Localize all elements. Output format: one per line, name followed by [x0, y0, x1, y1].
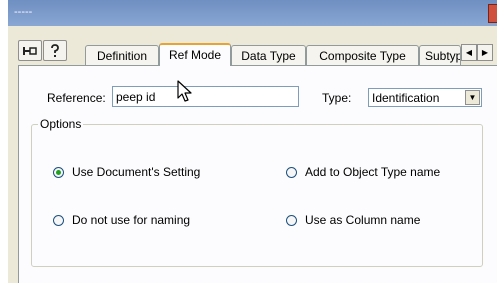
type-label: Type: — [322, 91, 352, 105]
type-select-value: Identification — [372, 91, 440, 105]
type-select[interactable]: Identification ▼ — [368, 88, 482, 107]
title-bar[interactable]: ----- — [8, 0, 497, 26]
tab-definition[interactable]: Definition — [85, 45, 159, 65]
reference-input[interactable] — [112, 86, 299, 107]
radio-do-not-use-for-naming[interactable]: Do not use for naming — [53, 213, 190, 227]
mouse-cursor-icon — [177, 80, 192, 102]
radio-use-as-column-name[interactable]: Use as Column name — [286, 213, 420, 227]
chevron-down-icon[interactable]: ▼ — [465, 90, 480, 105]
tab-composite-type[interactable]: Composite Type — [306, 45, 419, 65]
radio-label: Add to Object Type name — [305, 165, 441, 179]
radio-use-document-setting[interactable]: Use Document's Setting — [53, 165, 200, 179]
pin-icon — [23, 46, 37, 55]
reference-label: Reference: — [47, 91, 106, 105]
radio-label: Do not use for naming — [72, 213, 191, 227]
tab-data-type[interactable]: Data Type — [231, 45, 306, 65]
options-group: Options Use Document's Setting Add to Ob… — [31, 117, 483, 267]
radio-indicator[interactable] — [53, 166, 64, 178]
radio-label: Use as Column name — [305, 213, 421, 227]
radio-indicator[interactable] — [286, 166, 297, 178]
close-button[interactable] — [488, 4, 497, 23]
tab-subtype[interactable]: Subtyp — [419, 45, 461, 65]
scroll-right-icon: ▶ — [481, 48, 489, 57]
tab-scroll-left[interactable]: ◀ — [461, 44, 477, 61]
scroll-left-icon: ◀ — [465, 48, 473, 57]
radio-add-to-object-type-name[interactable]: Add to Object Type name — [286, 165, 440, 179]
window-title: ----- — [14, 6, 33, 18]
radio-indicator[interactable] — [286, 214, 297, 226]
ref-mode-panel: Reference: Type: Identification ▼ Option… — [18, 65, 497, 283]
tab-scroll-right[interactable]: ▶ — [477, 44, 493, 61]
help-icon — [51, 43, 59, 57]
radio-label: Use Document's Setting — [72, 165, 201, 179]
radio-indicator[interactable] — [53, 214, 64, 226]
pin-button[interactable] — [18, 40, 42, 61]
help-button[interactable] — [43, 40, 67, 61]
dialog: Definition Ref Mode Data Type Composite … — [8, 26, 497, 283]
options-legend: Options — [38, 117, 84, 131]
tab-ref-mode[interactable]: Ref Mode — [159, 43, 231, 66]
